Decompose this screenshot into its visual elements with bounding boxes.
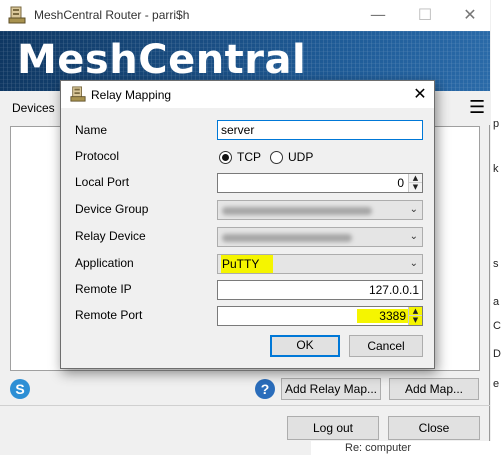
tab-devices[interactable]: Devices xyxy=(12,101,55,115)
local-port-label: Local Port xyxy=(75,175,130,189)
background-status-text: Re: computer xyxy=(311,441,491,455)
minimize-button[interactable]: — xyxy=(358,4,398,26)
bg-letter: k xyxy=(493,163,499,175)
dialog-title: Relay Mapping xyxy=(91,88,172,102)
bg-letter: p xyxy=(493,118,500,130)
device-group-select[interactable]: ⌄ xyxy=(217,200,423,220)
window-titlebar: MeshCentral Router - parri$h — ☐ ✕ xyxy=(0,0,490,31)
logout-button[interactable]: Log out xyxy=(287,416,379,440)
redacted-value xyxy=(222,234,352,242)
background-window-edge: p k s a C D e xyxy=(491,0,502,455)
protocol-label: Protocol xyxy=(75,149,120,163)
dialog-close-icon[interactable]: ✕ xyxy=(410,84,430,104)
name-input[interactable]: server xyxy=(217,120,423,140)
protocol-tcp-label: TCP xyxy=(237,150,261,164)
local-port-spin[interactable]: ▲ ▼ xyxy=(408,174,422,192)
ok-button[interactable]: OK xyxy=(270,335,340,357)
router-app-icon xyxy=(70,86,86,102)
protocol-udp-radio[interactable] xyxy=(270,151,283,164)
relay-mapping-dialog: Relay Mapping ✕ Name server Protocol TCP… xyxy=(60,80,435,369)
relay-device-select[interactable]: ⌄ xyxy=(217,227,423,247)
local-port-stepper[interactable]: 0 ▲ ▼ xyxy=(217,173,423,193)
hamburger-menu-icon[interactable]: ☰ xyxy=(469,99,485,117)
cancel-button[interactable]: Cancel xyxy=(349,335,423,357)
redacted-value xyxy=(222,207,372,215)
remote-port-label: Remote Port xyxy=(75,308,143,322)
footer-divider xyxy=(0,405,490,406)
protocol-tcp-radio[interactable] xyxy=(219,151,232,164)
spin-up-icon[interactable]: ▲ xyxy=(409,174,422,183)
bg-letter: s xyxy=(493,258,499,270)
protocol-udp-label: UDP xyxy=(288,150,314,164)
remote-port-stepper[interactable]: 3389 ▲ ▼ xyxy=(217,306,423,326)
chevron-down-icon: ⌄ xyxy=(409,258,418,269)
add-relay-map-button[interactable]: Add Relay Map... xyxy=(281,378,381,400)
dialog-titlebar: Relay Mapping ✕ xyxy=(61,81,434,108)
device-group-label: Device Group xyxy=(75,202,149,216)
bg-letter: C xyxy=(493,320,501,332)
spin-up-icon[interactable]: ▲ xyxy=(409,307,422,316)
application-select[interactable]: PuTTY ⌄ xyxy=(217,254,423,274)
bg-letter: a xyxy=(493,296,500,308)
router-app-icon xyxy=(8,6,26,24)
local-port-value: 0 xyxy=(397,176,404,190)
maximize-button[interactable]: ☐ xyxy=(405,4,445,26)
spin-down-icon[interactable]: ▼ xyxy=(409,316,422,325)
help-icon[interactable]: ? xyxy=(255,379,275,399)
remote-port-value: 3389 xyxy=(357,309,408,323)
remote-port-spin[interactable]: ▲ ▼ xyxy=(408,307,422,325)
chevron-down-icon: ⌄ xyxy=(409,204,418,215)
add-map-button[interactable]: Add Map... xyxy=(389,378,479,400)
skype-icon[interactable]: S xyxy=(10,379,30,399)
chevron-down-icon: ⌄ xyxy=(409,231,418,242)
close-button[interactable]: Close xyxy=(388,416,480,440)
remote-ip-label: Remote IP xyxy=(75,282,132,296)
bg-letter: e xyxy=(493,378,500,390)
remote-ip-input[interactable]: 127.0.0.1 xyxy=(217,280,423,300)
spin-down-icon[interactable]: ▼ xyxy=(409,183,422,192)
window-close-button[interactable]: ✕ xyxy=(450,4,490,26)
window-title: MeshCentral Router - parri$h xyxy=(34,8,190,22)
brand-logo-text: MeshCentral xyxy=(17,37,307,83)
relay-device-label: Relay Device xyxy=(75,229,146,243)
name-label: Name xyxy=(75,123,108,137)
application-value: PuTTY xyxy=(221,255,274,273)
application-label: Application xyxy=(75,256,134,270)
bg-letter: D xyxy=(493,348,501,360)
